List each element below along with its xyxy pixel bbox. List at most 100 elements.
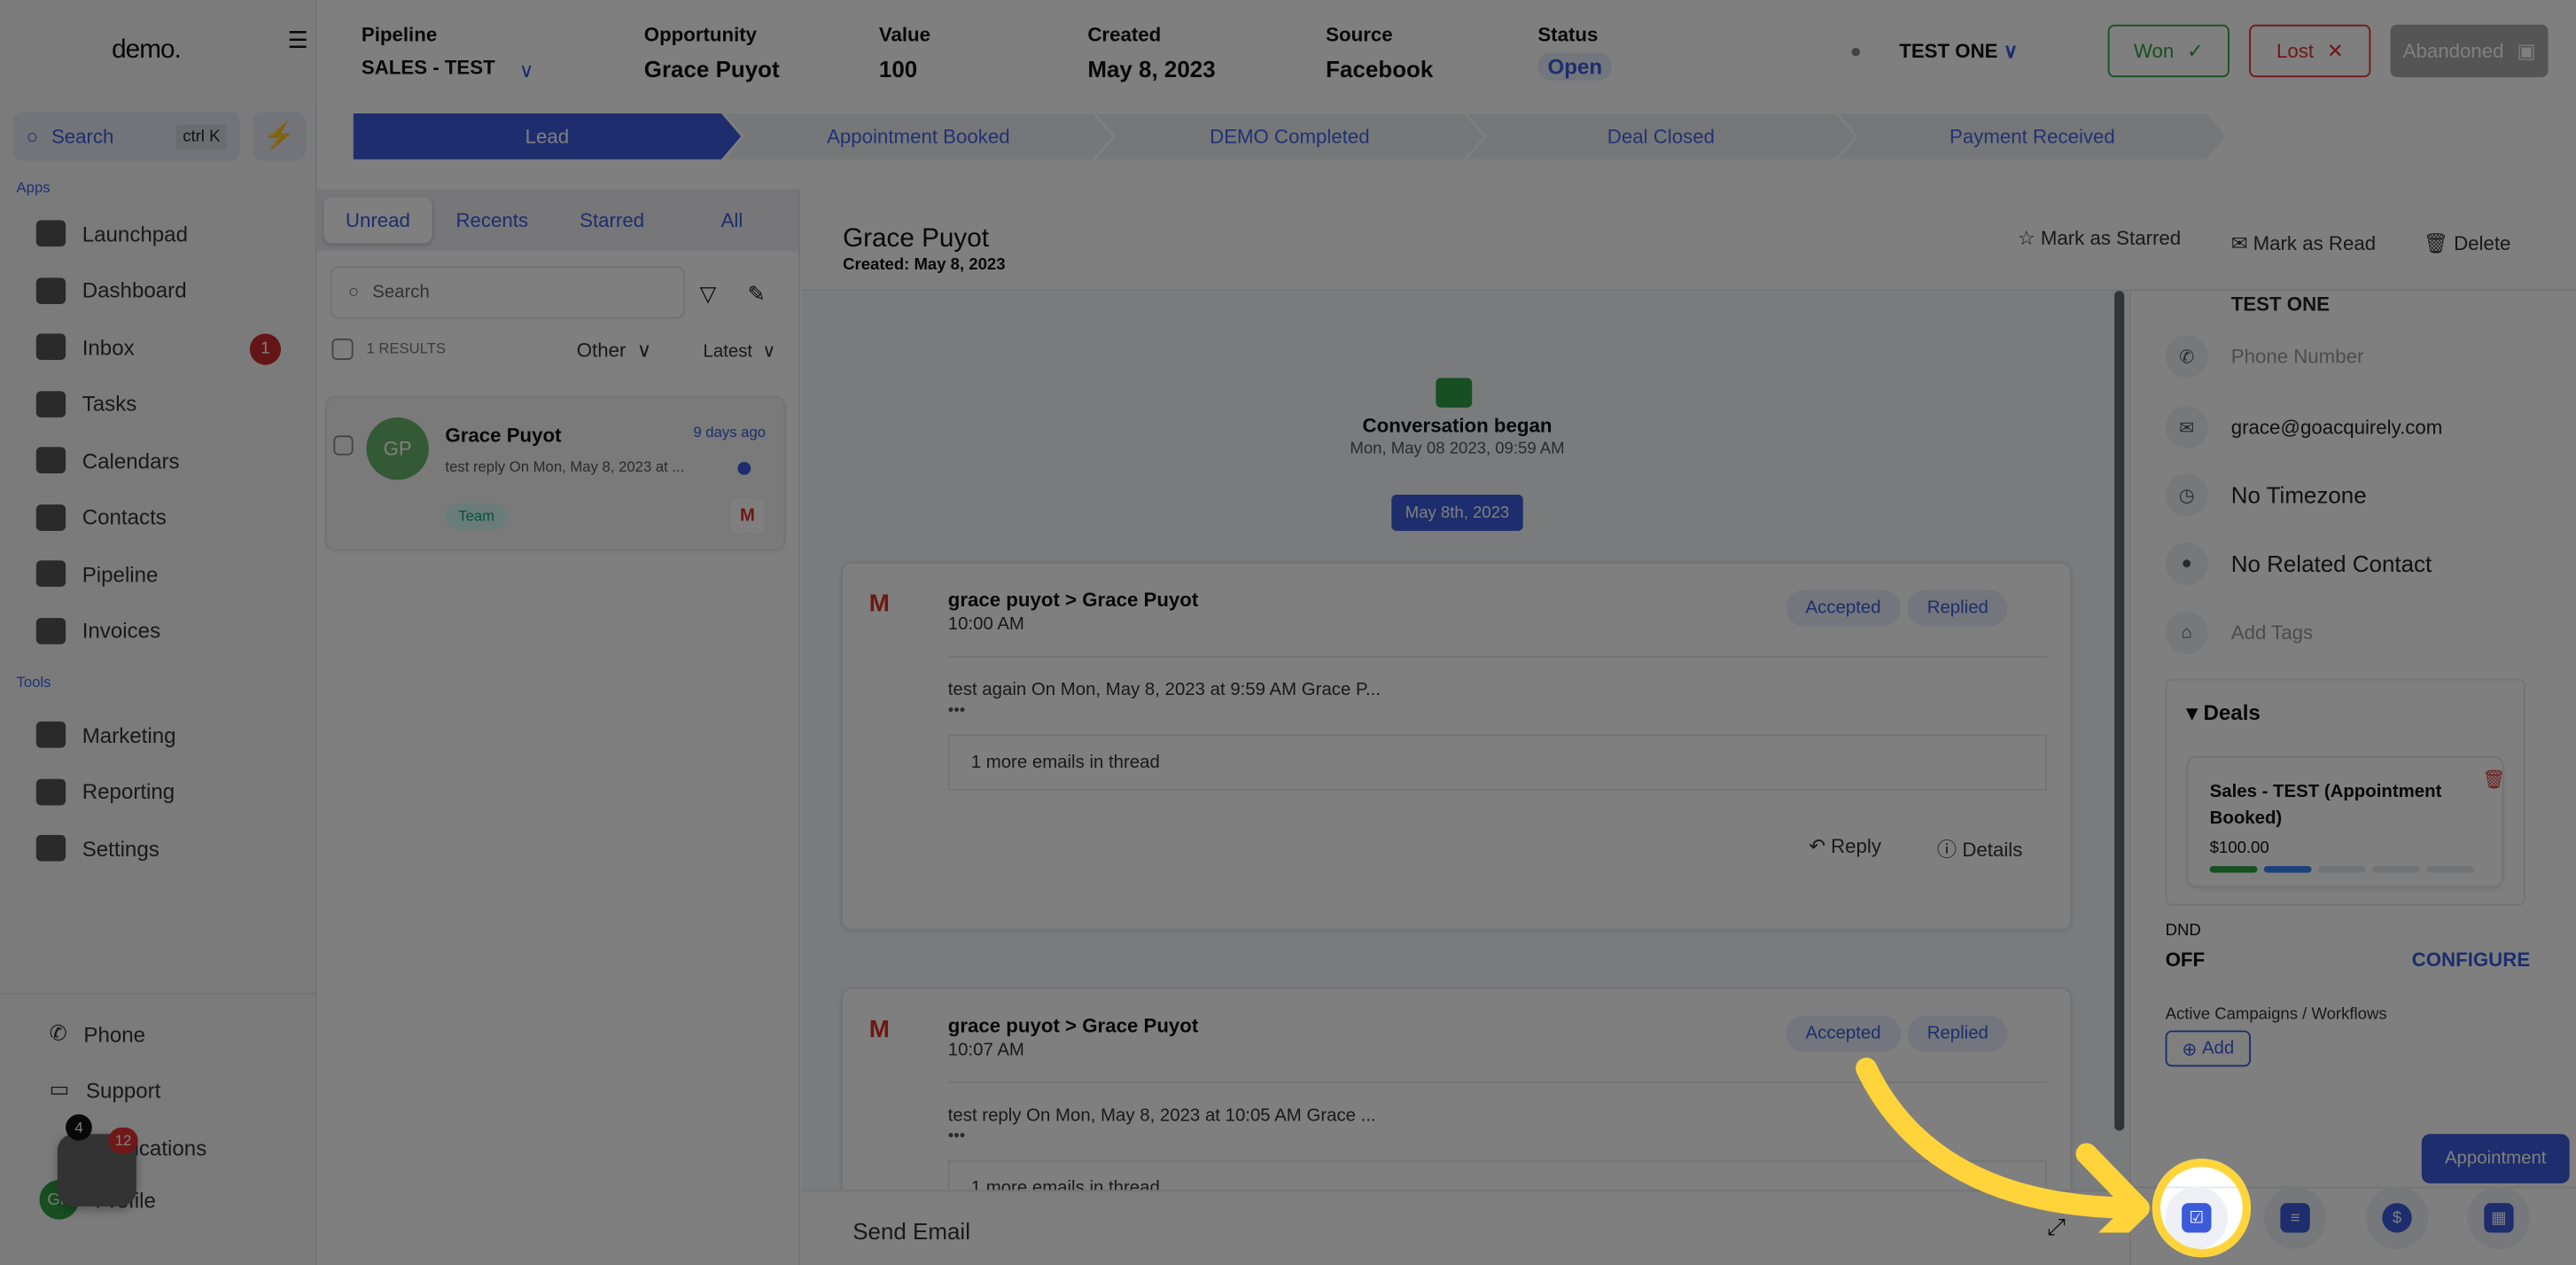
mark-read-button[interactable]: ✉ Mark as Read [2231, 231, 2376, 254]
status-badge: Accepted [1786, 1015, 1901, 1052]
header-field-opportunity: Opportunity Grace Puyot [644, 23, 780, 82]
tag-icon: ⌂ [2165, 611, 2208, 654]
timezone-field[interactable]: ◷ No Timezone [2165, 472, 2367, 517]
nav-launchpad[interactable]: Launchpad [35, 217, 188, 250]
select-all-checkbox[interactable] [331, 338, 354, 361]
tab-starred[interactable]: Starred [552, 197, 672, 243]
abandoned-button[interactable]: Abandoned ▣ [2390, 24, 2549, 78]
nav-support[interactable]: ▭ Support [50, 1074, 161, 1106]
sidebar: demo. ☰ ○ Search ctrl K ⚡ Apps Launchpad Da… [0, 0, 317, 1265]
mark-starred-button[interactable]: ☆ Mark as Starred [2018, 227, 2181, 250]
tags-field[interactable]: ⌂ Add Tags [2165, 611, 2313, 654]
phone-field[interactable]: ✆ Phone Number [2165, 335, 2363, 379]
gmail-icon: M [731, 499, 765, 533]
nav-label: Dashboard [82, 277, 187, 303]
trash-icon[interactable]: 🗑 [2482, 769, 2505, 791]
nav-phone[interactable]: ✆ Phone [50, 1018, 145, 1050]
email-body: test reply On Mon, May 8, 2023 at 10:05 … [947, 1105, 1376, 1126]
global-search[interactable]: ○ Search ctrl K [12, 112, 240, 161]
nav-invoices[interactable]: Invoices [35, 613, 160, 646]
list-item[interactable]: GP Grace Puyot 9 days ago test reply On … [325, 395, 786, 551]
deals-section: ▾ Deals Sales - TEST (Appointment Booked… [2165, 678, 2525, 906]
nav-marketing[interactable]: Marketing [35, 718, 176, 751]
email-from: grace puyot > Grace Puyot [947, 1013, 1199, 1037]
stage-0[interactable]: Lead [354, 113, 742, 160]
filter-icon [35, 560, 66, 587]
nav-settings[interactable]: Settings [35, 832, 160, 864]
grid-icon [35, 277, 66, 304]
nav-calendars[interactable]: Calendars [35, 444, 180, 477]
compose-icon[interactable]: ✎ [748, 281, 766, 308]
stage-1[interactable]: Appointment Booked [725, 113, 1113, 160]
field-label: Opportunity [643, 22, 758, 46]
deals-toggle[interactable]: ▾ Deals [2187, 700, 2261, 727]
user-icon [35, 504, 66, 530]
configure-button[interactable]: CONFIGURE [2412, 949, 2530, 972]
pipeline-chevron-down-icon[interactable]: ∨ [519, 59, 533, 82]
appointments-button[interactable]: ▦ [2467, 1186, 2531, 1250]
add-campaign-button[interactable]: ⊕ Add [2165, 1030, 2251, 1067]
field-label: Created [1087, 22, 1162, 46]
filter-icon[interactable]: ▽ [700, 281, 717, 308]
header-field-status[interactable]: Status Open [1537, 23, 1613, 81]
filter-other-dropdown[interactable]: Other ∨ [577, 339, 651, 362]
stage-2[interactable]: DEMO Completed [1096, 113, 1484, 160]
deal-stage-segment [2263, 866, 2312, 873]
stage-3[interactable]: Deal Closed [1467, 113, 1856, 160]
lost-button[interactable]: Lost ✕ [2249, 24, 2371, 78]
tab-recents[interactable]: Recents [432, 197, 552, 243]
quick-actions-bolt-icon[interactable]: ⚡ [253, 112, 306, 161]
support-icon: ▭ [49, 1076, 70, 1102]
nav-dashboard[interactable]: Dashboard [35, 274, 187, 307]
expand-dots[interactable]: ••• [948, 702, 965, 720]
contact-name: Grace Puyot [445, 424, 562, 448]
field-value: SALES - TEST [361, 56, 495, 79]
nav-pipeline[interactable]: Pipeline [35, 558, 159, 590]
details-button[interactable]: ⓘ Details [1937, 835, 2022, 863]
created-date: Created: May 8, 2023 [843, 256, 1006, 275]
item-checkbox[interactable] [333, 435, 354, 456]
nav-label: Reporting [82, 778, 175, 804]
header-field-value: Value 100 [879, 23, 930, 82]
star-icon: ☆ [2017, 226, 2035, 250]
nav-contacts[interactable]: Contacts [35, 501, 167, 534]
list-search-input[interactable]: ○ Search [330, 266, 686, 319]
payments-button[interactable]: $ [2365, 1186, 2429, 1250]
nav-tasks[interactable]: Tasks [35, 387, 137, 420]
nav-inbox[interactable]: Inbox [35, 331, 135, 363]
email-time: 10:07 AM [947, 1040, 1024, 1060]
gmail-icon: M [868, 590, 890, 619]
stage-4[interactable]: Payment Received [1839, 113, 2227, 160]
related-contact-field[interactable]: ● No Related Contact [2165, 542, 2432, 586]
delete-button[interactable]: 🗑 Delete [2424, 231, 2511, 254]
collapse-menu-icon[interactable]: ☰ [287, 27, 307, 55]
search-icon: ○ [26, 124, 39, 148]
header-field-pipeline[interactable]: Pipeline SALES - TEST [362, 23, 495, 79]
won-button[interactable]: Won ✓ [2107, 24, 2230, 78]
tab-all[interactable]: All [672, 197, 791, 243]
tab-unread[interactable]: Unread [323, 197, 432, 244]
field-value: Grace Puyot [643, 56, 780, 82]
notes-button[interactable]: ≡ [2263, 1186, 2327, 1250]
nav-reporting[interactable]: Reporting [35, 775, 175, 808]
deal-card[interactable]: Sales - TEST (Appointment Booked) 🗑 $100… [2186, 755, 2505, 888]
expand-dots[interactable]: ••• [948, 1128, 965, 1145]
reply-button[interactable]: ↶ Reply [1809, 835, 1881, 858]
deal-value: $100.00 [2209, 839, 2269, 858]
field-value: Open [1537, 52, 1613, 81]
field-value: 100 [878, 56, 918, 82]
assigned-user[interactable]: TEST ONE ∨ [1899, 39, 2018, 62]
status-badge: Accepted [1786, 590, 1901, 627]
user-icon: ● [2165, 542, 2208, 586]
info-icon: ⓘ [1936, 838, 1957, 862]
nav-label: Marketing [82, 722, 176, 747]
gmail-icon: M [868, 1015, 890, 1044]
appointment-button[interactable]: Appointment [2421, 1134, 2570, 1183]
sort-latest-dropdown[interactable]: Latest ∨ [704, 340, 776, 362]
scrollbar[interactable] [2114, 291, 2125, 1131]
header-field-created: Created May 8, 2023 [1087, 23, 1215, 82]
thread-more[interactable]: 1 more emails in thread [947, 734, 2048, 791]
timestamp: 9 days ago [693, 424, 767, 441]
user-icon: ● [1849, 39, 1863, 63]
email-field[interactable]: ✉ grace@goacquirely.com [2165, 405, 2442, 449]
